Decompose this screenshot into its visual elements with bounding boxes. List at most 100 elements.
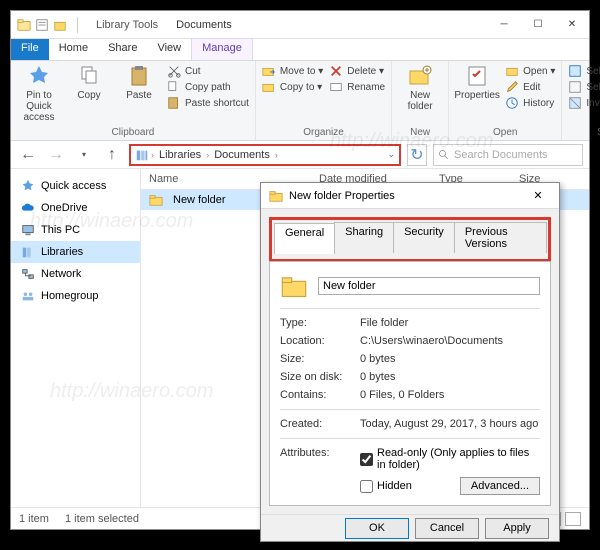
delete-icon xyxy=(329,64,343,78)
breadcrumb-dropdown[interactable]: ⌄ xyxy=(387,149,395,160)
copy-icon xyxy=(77,64,101,88)
folder-name-input[interactable] xyxy=(318,277,540,295)
qat-separator xyxy=(77,17,78,33)
nav-onedrive[interactable]: OneDrive xyxy=(11,197,140,219)
group-label-open: Open xyxy=(455,126,555,138)
readonly-checkbox[interactable]: Read-only (Only applies to files in fold… xyxy=(360,447,540,471)
chevron-right-icon[interactable]: › xyxy=(151,150,154,160)
nav-this-pc[interactable]: This PC xyxy=(11,219,140,241)
chevron-right-icon[interactable]: › xyxy=(275,150,278,160)
properties-dialog: New folder Properties ✕ General Sharing … xyxy=(260,182,560,542)
tab-share[interactable]: Share xyxy=(98,39,147,60)
group-label-organize: Organize xyxy=(262,126,385,138)
contains-label: Contains: xyxy=(280,389,352,401)
edit-button[interactable]: Edit xyxy=(505,80,555,94)
tab-general[interactable]: General xyxy=(274,223,335,254)
paste-icon xyxy=(127,64,151,88)
pasteshortcut-icon xyxy=(167,96,181,110)
location-label: Location: xyxy=(280,335,352,347)
history-button[interactable]: History xyxy=(505,96,555,110)
copy-path-button[interactable]: Copy path xyxy=(167,80,249,94)
folder-icon xyxy=(280,272,308,300)
recent-locations-button[interactable]: ▾ xyxy=(73,144,95,166)
qat-properties-icon[interactable] xyxy=(35,18,49,32)
minimize-button[interactable]: ─ xyxy=(487,11,521,39)
maximize-button[interactable]: ☐ xyxy=(521,11,555,39)
refresh-button[interactable]: ↻ xyxy=(407,144,427,166)
name-row xyxy=(280,272,540,300)
copy-button[interactable]: Copy xyxy=(67,64,111,101)
nav-quick-access[interactable]: Quick access xyxy=(11,175,140,197)
sizeondisk-value: 0 bytes xyxy=(360,371,395,383)
ok-button[interactable]: OK xyxy=(345,518,409,539)
tab-sharing[interactable]: Sharing xyxy=(334,222,394,253)
pin-label: Pin to Quick access xyxy=(17,90,61,123)
open-icon xyxy=(505,64,519,78)
hidden-checkbox[interactable]: Hidden xyxy=(360,480,412,493)
window-controls: ─ ☐ ✕ xyxy=(487,11,589,39)
dialog-close-button[interactable]: ✕ xyxy=(525,183,551,209)
chevron-right-icon[interactable]: › xyxy=(206,150,209,160)
invert-selection-button[interactable]: Invert selection xyxy=(568,96,600,110)
tab-previous-versions[interactable]: Previous Versions xyxy=(454,222,547,253)
pin-quick-access-button[interactable]: Pin to Quick access xyxy=(17,64,61,123)
paste-button[interactable]: Paste xyxy=(117,64,161,101)
up-button[interactable]: ↑ xyxy=(101,144,123,166)
history-icon xyxy=(505,96,519,110)
newfolder-label: New folder xyxy=(398,90,442,112)
breadcrumb-libraries[interactable]: Libraries xyxy=(156,149,204,161)
sizeondisk-label: Size on disk: xyxy=(280,371,352,383)
breadcrumb[interactable]: › Libraries › Documents › ⌄ xyxy=(129,144,401,166)
copypath-icon xyxy=(167,80,181,94)
tab-file[interactable]: File xyxy=(11,39,49,60)
apply-button[interactable]: Apply xyxy=(485,518,549,539)
quick-access-toolbar: Library Tools xyxy=(11,17,158,33)
cancel-button[interactable]: Cancel xyxy=(415,518,479,539)
newfolder-icon xyxy=(408,64,432,88)
dialog-tabs-highlight: General Sharing Security Previous Versio… xyxy=(269,217,551,262)
open-button[interactable]: Open ▾ xyxy=(505,64,555,78)
ribbon-tabs: File Home Share View Manage xyxy=(11,39,589,61)
icons-view-button[interactable] xyxy=(565,512,581,526)
breadcrumb-documents[interactable]: Documents xyxy=(211,149,273,161)
select-none-button[interactable]: Select none xyxy=(568,80,600,94)
tab-security[interactable]: Security xyxy=(393,222,455,253)
search-icon xyxy=(438,149,450,161)
close-button[interactable]: ✕ xyxy=(555,11,589,39)
contains-value: 0 Files, 0 Folders xyxy=(360,389,444,401)
paste-label: Paste xyxy=(126,90,152,101)
forward-button[interactable]: → xyxy=(45,144,67,166)
tab-manage[interactable]: Manage xyxy=(191,38,253,60)
dialog-titlebar: New folder Properties ✕ xyxy=(261,183,559,209)
search-box[interactable]: Search Documents xyxy=(433,144,583,166)
properties-button[interactable]: Properties xyxy=(455,64,499,101)
nav-network[interactable]: Network xyxy=(11,263,140,285)
separator xyxy=(280,438,540,439)
dialog-title: New folder Properties xyxy=(289,190,395,202)
nav-homegroup[interactable]: Homegroup xyxy=(11,285,140,307)
tab-home[interactable]: Home xyxy=(49,39,98,60)
created-label: Created: xyxy=(280,418,352,430)
separator xyxy=(280,409,540,410)
attributes-label: Attributes: xyxy=(280,447,352,459)
tab-view[interactable]: View xyxy=(147,39,191,60)
paste-shortcut-button[interactable]: Paste shortcut xyxy=(167,96,249,110)
folder-icon xyxy=(269,189,283,203)
search-placeholder: Search Documents xyxy=(454,149,548,161)
qat-newfolder-icon[interactable] xyxy=(53,18,67,32)
pc-icon xyxy=(21,223,35,237)
new-folder-button[interactable]: New folder xyxy=(398,64,442,112)
delete-button[interactable]: Delete ▾ xyxy=(329,64,385,78)
copy-to-button[interactable]: Copy to ▾ xyxy=(262,80,323,94)
cut-button[interactable]: Cut xyxy=(167,64,249,78)
size-value: 0 bytes xyxy=(360,353,395,365)
rename-button[interactable]: Rename xyxy=(329,80,385,94)
group-label-clipboard: Clipboard xyxy=(17,126,249,138)
advanced-button[interactable]: Advanced... xyxy=(460,477,540,495)
select-all-button[interactable]: Select all xyxy=(568,64,600,78)
selectnone-icon xyxy=(568,80,582,94)
nav-libraries[interactable]: Libraries xyxy=(11,241,140,263)
general-panel: Type:File folder Location:C:\Users\winae… xyxy=(269,261,551,506)
move-to-button[interactable]: Move to ▾ xyxy=(262,64,323,78)
back-button[interactable]: ← xyxy=(17,144,39,166)
